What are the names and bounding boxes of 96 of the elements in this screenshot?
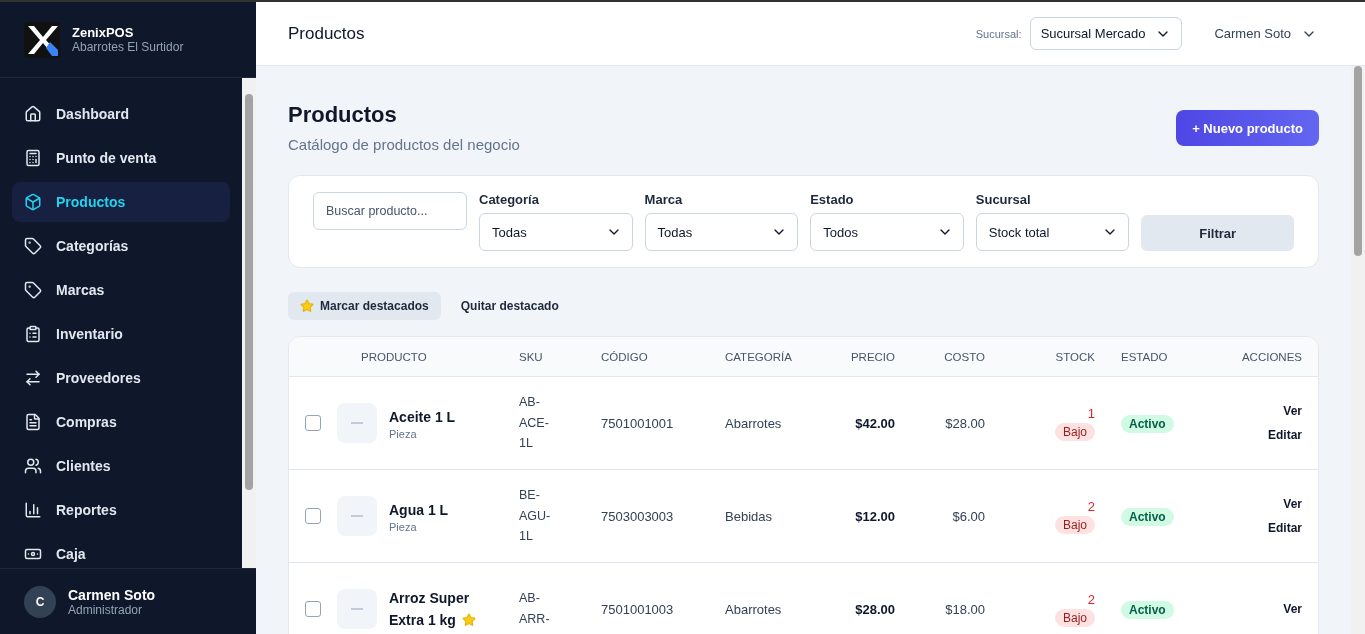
action-link[interactable]: Ver — [1283, 497, 1302, 511]
logo-icon — [24, 21, 60, 58]
user-role: Administrador — [68, 602, 144, 617]
column-header: ACCIONES — [1240, 350, 1302, 363]
status-badge: Activo — [1121, 414, 1174, 433]
branch-select[interactable]: Sucursal Mercado — [1029, 17, 1183, 50]
document-icon — [24, 413, 42, 431]
column-header: CATEGORÍA — [725, 350, 793, 363]
sidebar-item[interactable]: Reportes — [12, 490, 230, 530]
filter-select[interactable]: Todos — [810, 213, 964, 251]
table-cell-text: $28.00 — [944, 415, 985, 431]
product-unit: Pieza — [389, 428, 418, 441]
stock-count: 2 — [1087, 498, 1095, 514]
filter-label: Estado — [810, 192, 855, 207]
filter-label: Categoría — [479, 192, 540, 207]
stock-badge: Bajo — [1054, 422, 1095, 441]
table-cell-text: Bebidas — [725, 508, 773, 524]
branch-label: Sucursal: — [975, 27, 1022, 40]
row-checkbox[interactable] — [305, 508, 321, 524]
row-checkbox[interactable] — [305, 415, 321, 431]
table-cell-text: AB-ACE-1L — [519, 394, 550, 453]
sidebar-item[interactable]: Clientes — [12, 446, 230, 486]
row-checkbox[interactable] — [305, 601, 321, 617]
sidebar-item[interactable]: Inventario — [12, 314, 230, 354]
tag-icon — [24, 281, 42, 299]
star-icon — [300, 299, 314, 313]
placeholder-dash-icon — [351, 608, 363, 610]
search-field[interactable]: Buscar producto... — [313, 192, 467, 230]
users-icon — [24, 457, 42, 475]
table-cell-text: $18.00 — [944, 601, 985, 617]
clipboard-icon — [24, 325, 42, 343]
table-cell-text: 7503003003 — [601, 508, 675, 524]
product-name: Agua 1 L — [389, 500, 449, 520]
filter-select[interactable]: Todas — [479, 213, 633, 251]
column-header: COSTO — [943, 350, 985, 363]
home-icon — [24, 105, 42, 123]
column-header: PRODUCTO — [360, 350, 428, 363]
stock-badge: Bajo — [1054, 608, 1095, 627]
page-header-title: Productos — [288, 23, 366, 44]
status-badge: Activo — [1121, 600, 1174, 619]
calculator-icon — [24, 149, 42, 167]
box-icon — [24, 193, 42, 211]
bar-chart-icon — [24, 501, 42, 519]
swap-arrows-icon — [24, 369, 42, 387]
sidebar-item[interactable]: Punto de venta — [12, 138, 230, 178]
column-header: STOCK — [1054, 350, 1095, 363]
filter-select[interactable]: Stock total — [975, 213, 1130, 251]
product-name: Arroz Super Extra 1 kg — [389, 586, 489, 632]
new-product-button[interactable]: + Nuevo producto — [1176, 110, 1319, 146]
table-cell-text: 7501001003 — [601, 601, 675, 617]
bulk-action-button[interactable]: Quitar destacado — [448, 292, 571, 320]
table-cell-text: Abarrotes — [725, 601, 783, 617]
placeholder-dash-icon — [351, 422, 363, 424]
action-link[interactable]: Editar — [1268, 521, 1302, 535]
sidebar-item[interactable]: Compras — [12, 402, 230, 442]
table-cell-text: $6.00 — [951, 508, 985, 524]
status-badge: Activo — [1121, 507, 1174, 526]
table-cell-text: Abarrotes — [725, 415, 783, 431]
user-name: Carmen Soto — [68, 586, 156, 603]
column-header: SKU — [519, 350, 544, 363]
table-cell-text: BE-AGU-1L — [519, 487, 552, 546]
column-header: ESTADO — [1120, 350, 1169, 363]
product-name: Aceite 1 L — [389, 407, 456, 427]
table-cell-text: AB-ARR- — [519, 590, 551, 628]
brand-name: ZenixPOS — [72, 25, 135, 40]
sidebar-item[interactable]: Marcas — [12, 270, 230, 310]
table-cell-text: $42.00 — [854, 415, 895, 431]
product-unit: Pieza — [389, 521, 418, 534]
column-header: PRECIO — [849, 350, 895, 363]
stock-count: 1 — [1087, 405, 1095, 421]
action-link[interactable]: Ver — [1283, 404, 1302, 418]
sidebar-item[interactable]: Caja — [12, 534, 230, 568]
sidebar-item[interactable]: Categorías — [12, 226, 230, 266]
tag-icon — [24, 237, 42, 255]
filter-select[interactable]: Todas — [644, 213, 799, 251]
table-cell-text: $28.00 — [854, 601, 895, 617]
stock-badge: Bajo — [1054, 515, 1095, 534]
stock-count: 2 — [1087, 591, 1095, 607]
page-subtitle: Catálogo de productos del negocio — [288, 136, 520, 153]
user-menu[interactable]: Carmen Soto — [1198, 25, 1333, 42]
sidebar-item[interactable]: Dashboard — [12, 94, 230, 134]
column-header: CÓDIGO — [601, 350, 649, 363]
page-title: Productos — [288, 102, 398, 128]
filter-label: Marca — [644, 192, 684, 207]
filter-button[interactable]: Filtrar — [1141, 215, 1294, 251]
brand-subtitle: Abarrotes El Surtidor — [72, 40, 184, 54]
filter-label: Sucursal — [975, 192, 1032, 207]
placeholder-dash-icon — [351, 515, 363, 517]
sidebar-item[interactable]: Proveedores — [12, 358, 230, 398]
sidebar-item[interactable]: Productos — [12, 182, 230, 222]
bulk-action-button[interactable]: Marcar destacados — [288, 292, 441, 320]
table-cell-text: $12.00 — [854, 508, 895, 524]
user-avatar: C — [24, 585, 56, 618]
table-cell-text: 7501001001 — [601, 415, 675, 431]
action-link[interactable]: Editar — [1268, 428, 1302, 442]
action-link[interactable]: Ver — [1283, 602, 1302, 616]
